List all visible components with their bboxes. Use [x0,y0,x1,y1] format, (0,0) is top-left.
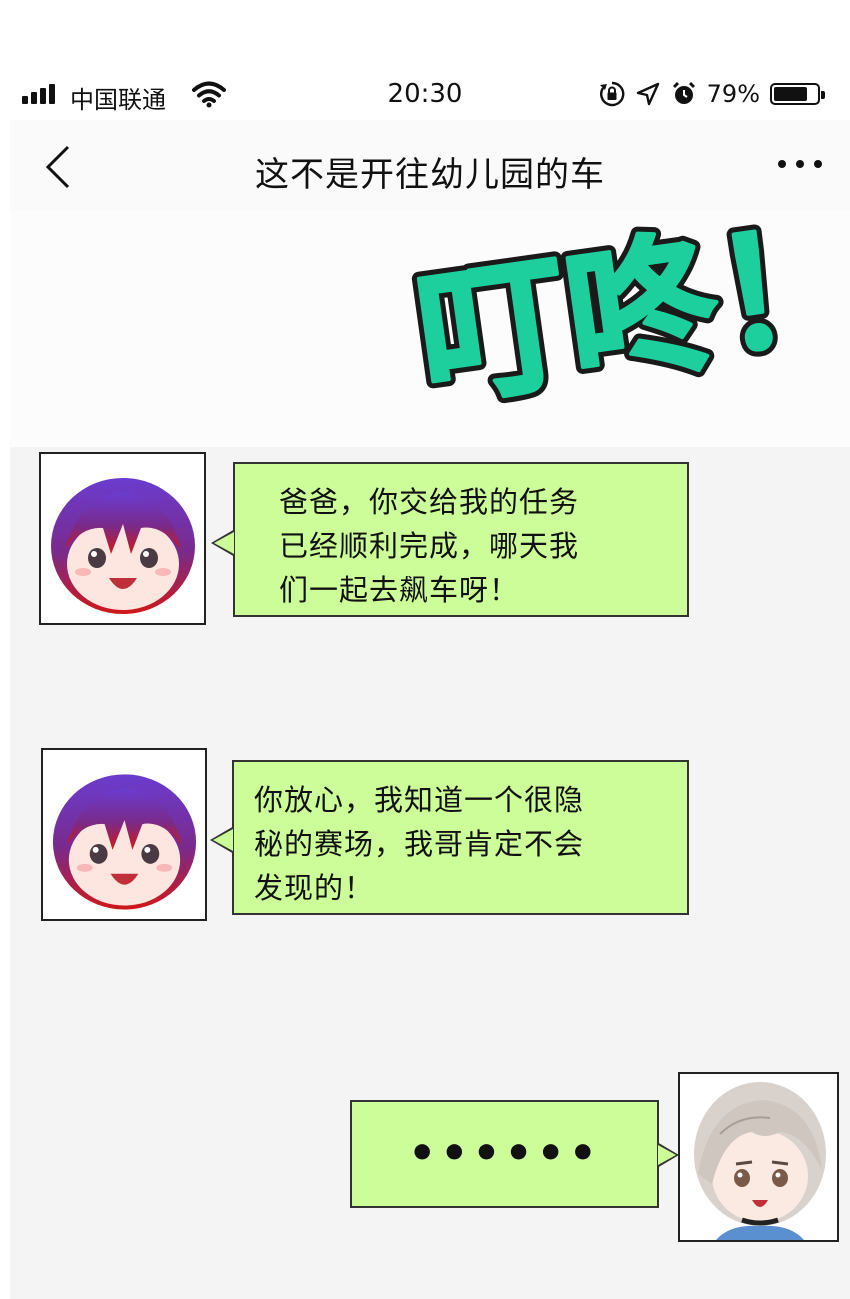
battery-icon [770,83,825,105]
location-arrow-icon [636,82,659,106]
sound-effect-text-fill: 叮咚！ [407,210,850,429]
message-text: •••••• [408,1128,601,1179]
chat-header: 这不是开往幼儿园的车 [10,120,850,210]
avatar-purple-red-hair-boy-icon [51,478,195,614]
chat-messages: 爸爸，你交给我的任务 已经顺利完成，哪天我 们一起去飙车呀！ 你放心，我知道一个… [10,447,850,1299]
message-bubble[interactable]: 爸爸，你交给我的任务 已经顺利完成，哪天我 们一起去飙车呀！ [211,462,689,617]
message-text: 你放心，我知道一个很隐 秘的赛场，我哥肯定不会 发现的！ [254,783,585,905]
message-text: 爸爸，你交给我的任务 已经顺利完成，哪天我 们一起去飙车呀！ [279,485,580,607]
status-bar: 中国联通 20:30 79% [0,70,850,120]
avatar[interactable] [39,452,206,625]
orientation-lock-icon [599,81,625,107]
more-options-icon[interactable] [778,154,822,174]
message-bubble[interactable]: •••••• [350,1100,679,1208]
chat-title: 这不是开往幼儿园的车 [255,155,605,195]
avatar[interactable] [41,748,207,921]
alarm-icon [672,81,695,104]
avatar[interactable] [678,1072,839,1242]
sound-effect-area: 叮咚！ 叮咚！ [10,210,850,447]
avatar-purple-red-hair-boy-icon [52,774,197,910]
sound-effect-dingdong: 叮咚！ 叮咚！ [400,210,850,436]
message-bubble[interactable]: 你放心，我知道一个很隐 秘的赛场，我哥肯定不会 发现的！ [210,760,689,915]
avatar-silver-hair-man-icon [680,1074,837,1240]
battery-percent: 79% [706,80,760,108]
